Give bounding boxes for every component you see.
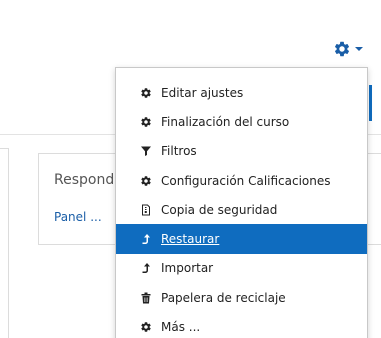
- menu-item-label: Importar: [161, 261, 214, 276]
- level-up-icon: [140, 262, 152, 274]
- menu-item-label: Copia de seguridad: [161, 202, 278, 217]
- right-edge-highlight: [369, 85, 372, 121]
- gear-icon: [140, 116, 152, 128]
- menu-item-importar[interactable]: Importar: [116, 254, 367, 283]
- menu-item-label: Editar ajustes: [161, 85, 244, 100]
- menu-item-mas[interactable]: Más ...: [116, 312, 367, 338]
- menu-item-filtros[interactable]: Filtros: [116, 137, 367, 166]
- gear-icon: [140, 321, 152, 333]
- left-panel-edge: [0, 148, 9, 338]
- gear-icon: [140, 87, 152, 99]
- chevron-down-icon: [355, 47, 363, 51]
- menu-item-restaurar[interactable]: Restaurar: [116, 224, 367, 254]
- menu-item-label: Configuración Calificaciones: [161, 173, 331, 188]
- file-archive-icon: [140, 204, 152, 216]
- trash-icon: [140, 292, 152, 304]
- level-up-icon: [140, 233, 152, 245]
- menu-item-label: Restaurar: [161, 232, 220, 247]
- menu-item-label: Más ...: [161, 320, 201, 335]
- menu-item-label: Papelera de reciclaje: [161, 290, 286, 305]
- menu-item-configuracion-calificaciones[interactable]: Configuración Calificaciones: [116, 166, 367, 195]
- settings-dropdown-menu: Editar ajustes Finalización del curso Fi…: [115, 67, 368, 338]
- menu-item-finalizacion-del-curso[interactable]: Finalización del curso: [116, 107, 367, 136]
- menu-item-papelera-de-reciclaje[interactable]: Papelera de reciclaje: [116, 283, 367, 312]
- settings-menu-toggle[interactable]: [333, 38, 371, 60]
- page: Respond Panel ... Editar ajustes Finaliz…: [0, 0, 381, 338]
- card-panel-link[interactable]: Panel ...: [54, 210, 102, 224]
- card-title: Respond: [54, 172, 115, 188]
- filter-icon: [140, 145, 152, 157]
- menu-item-label: Filtros: [161, 144, 197, 159]
- menu-item-label: Finalización del curso: [161, 114, 290, 129]
- gear-icon: [333, 40, 351, 58]
- menu-item-editar-ajustes[interactable]: Editar ajustes: [116, 78, 367, 107]
- menu-item-copia-de-seguridad[interactable]: Copia de seguridad: [116, 195, 367, 224]
- gear-icon: [140, 175, 152, 187]
